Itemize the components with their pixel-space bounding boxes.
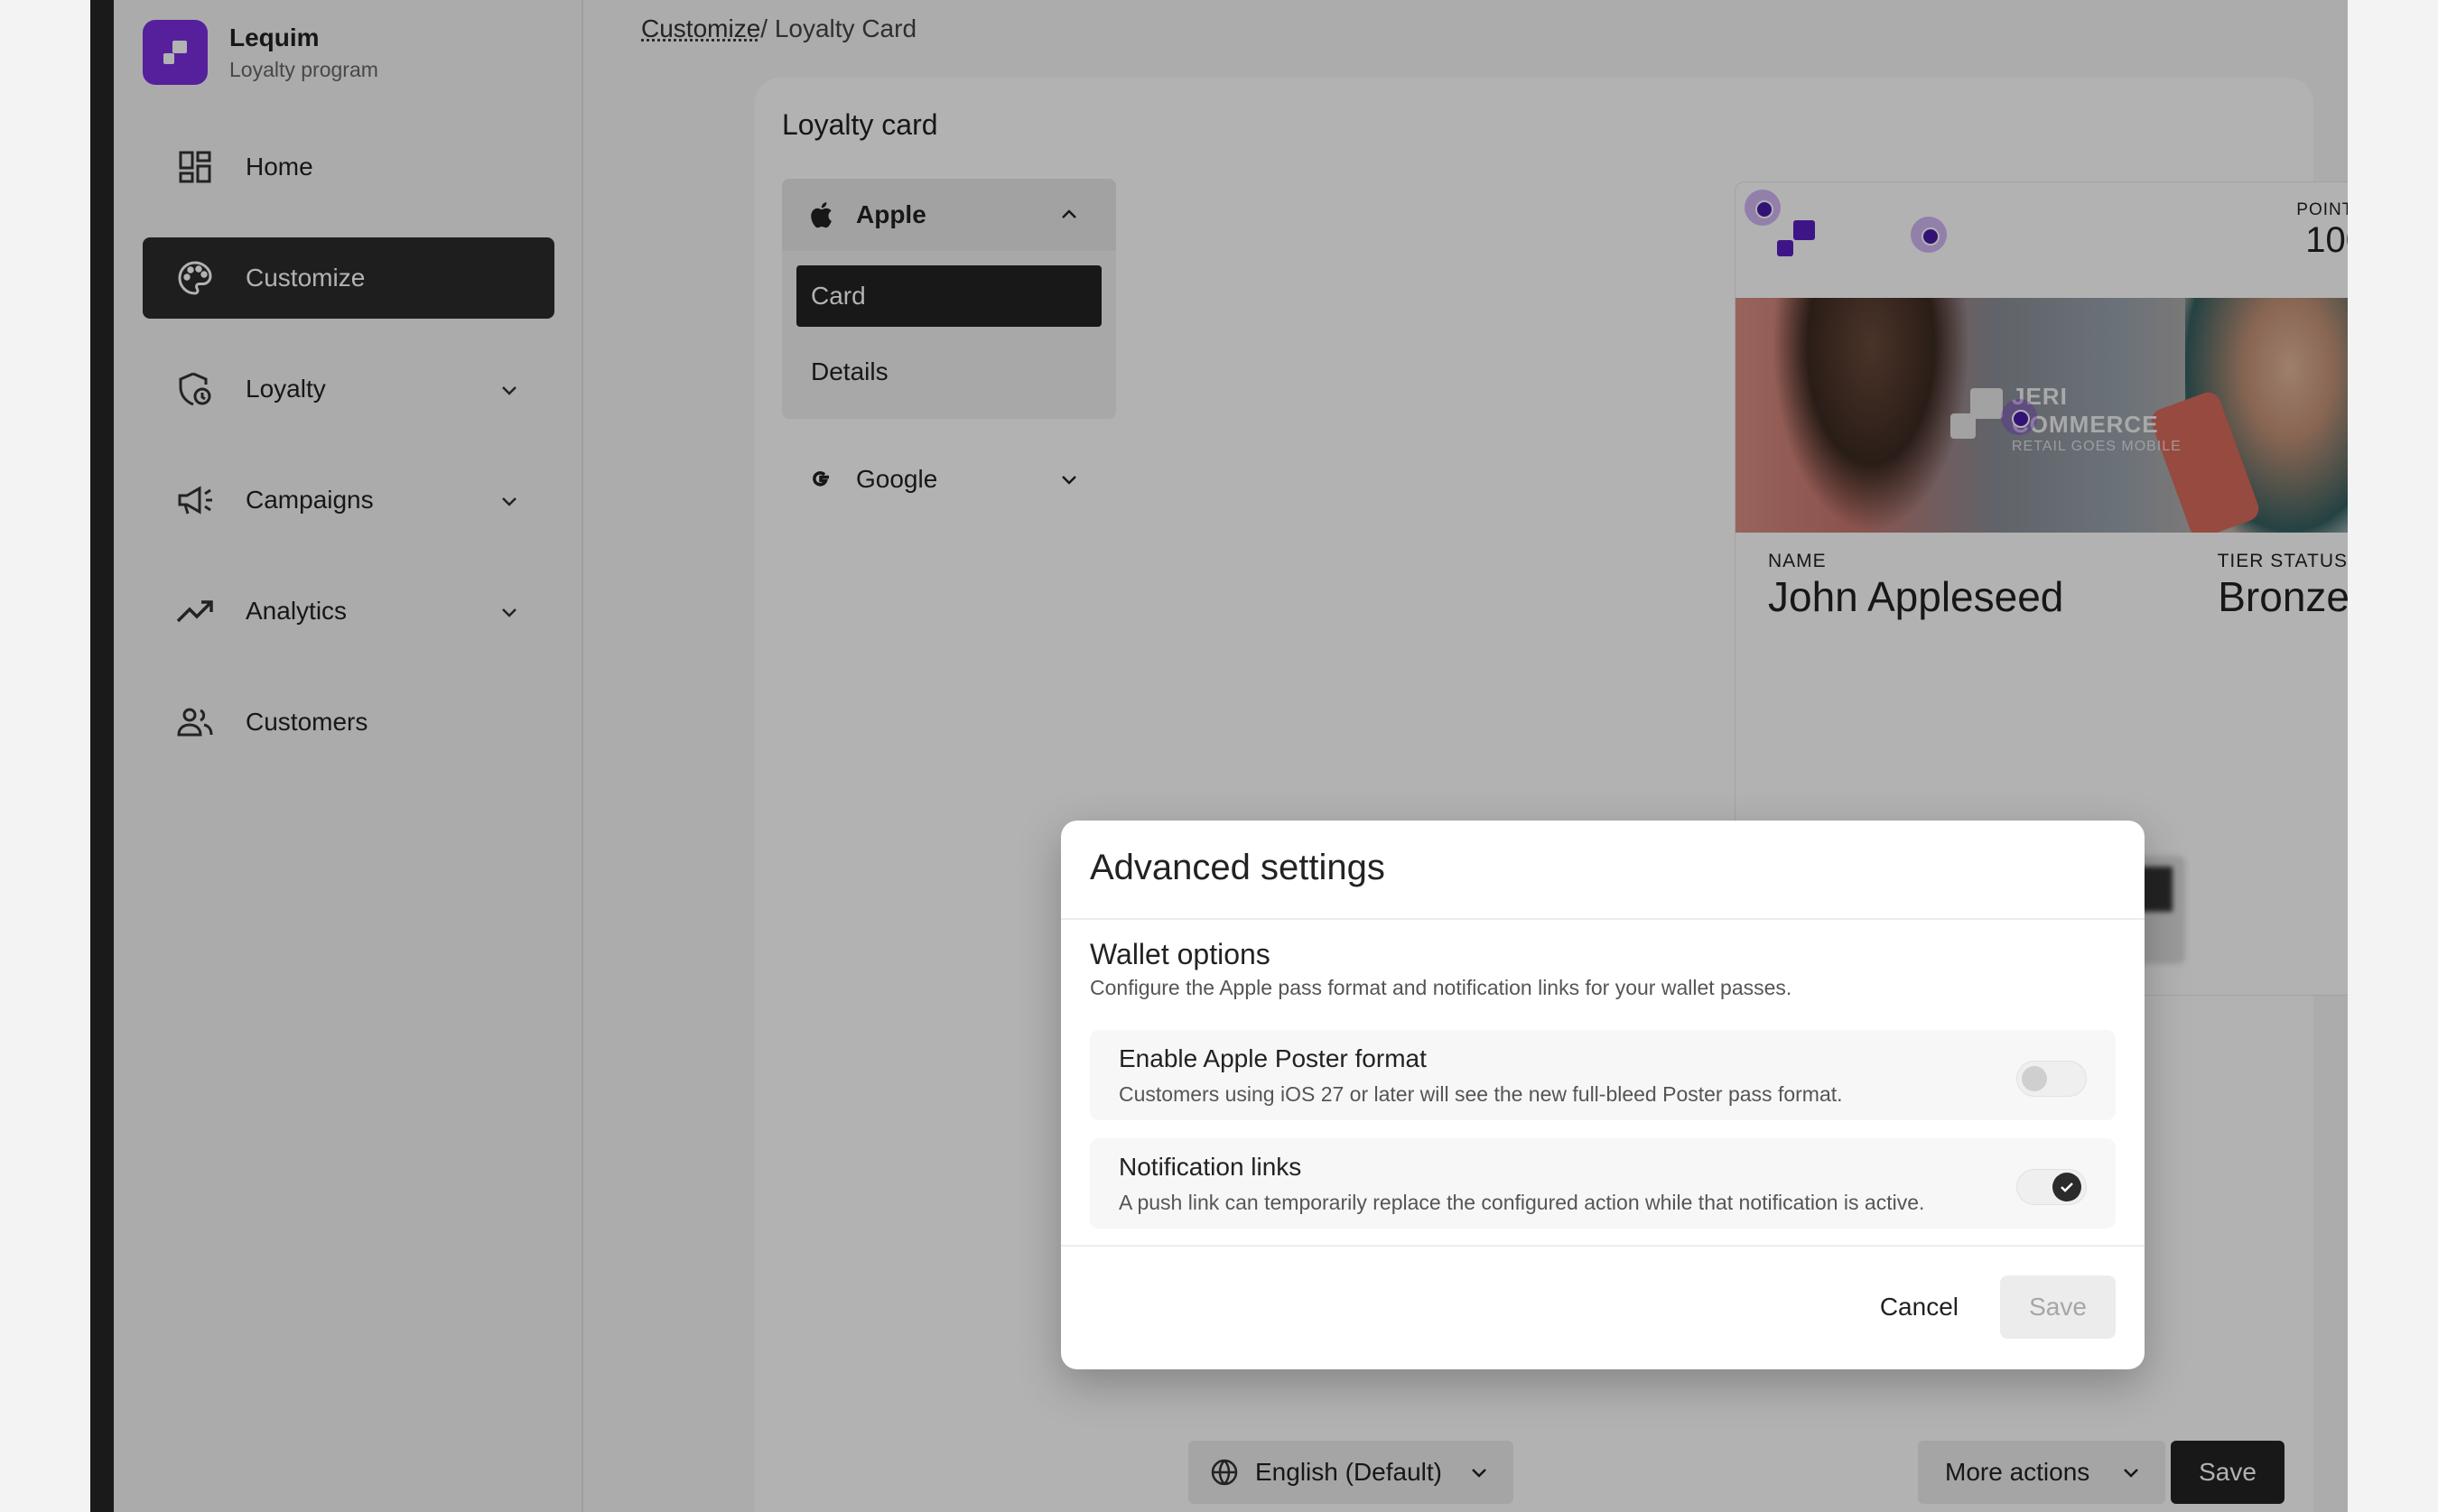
window-border bbox=[90, 0, 114, 1512]
section-description: Configure the Apple pass format and noti… bbox=[1090, 976, 1792, 999]
cancel-button[interactable]: Cancel bbox=[1880, 1275, 1959, 1339]
check-icon bbox=[2061, 1183, 2073, 1192]
option-notification-links: Notification links A push link can tempo… bbox=[1090, 1138, 2116, 1229]
section-title: Wallet options bbox=[1090, 938, 1270, 970]
dialog-save-button[interactable]: Save bbox=[2000, 1275, 2116, 1339]
option-apple-poster: Enable Apple Poster format Customers usi… bbox=[1090, 1030, 2116, 1120]
advanced-settings-dialog: Advanced settings Wallet options Configu… bbox=[1061, 821, 2145, 1369]
notification-links-toggle[interactable] bbox=[2016, 1169, 2087, 1205]
app: Lequim Loyalty program Home Customize Lo… bbox=[114, 0, 2348, 1512]
dialog-header: Advanced settings bbox=[1061, 821, 2145, 920]
option-title: Enable Apple Poster format bbox=[1119, 1044, 1427, 1072]
option-title: Notification links bbox=[1119, 1153, 1302, 1181]
dialog-title: Advanced settings bbox=[1090, 848, 1385, 887]
toggle-knob bbox=[2052, 1173, 2081, 1201]
dialog-footer: Cancel Save bbox=[1061, 1245, 2145, 1369]
option-description: Customers using iOS 27 or later will see… bbox=[1119, 1082, 1843, 1106]
dialog-body: Wallet options Configure the Apple pass … bbox=[1061, 920, 2145, 1229]
toggle-knob bbox=[2022, 1066, 2047, 1091]
apple-poster-toggle[interactable] bbox=[2016, 1061, 2087, 1097]
window-margin-left bbox=[0, 0, 90, 1512]
option-description: A push link can temporarily replace the … bbox=[1119, 1191, 1925, 1214]
window-margin-right bbox=[2348, 0, 2438, 1512]
